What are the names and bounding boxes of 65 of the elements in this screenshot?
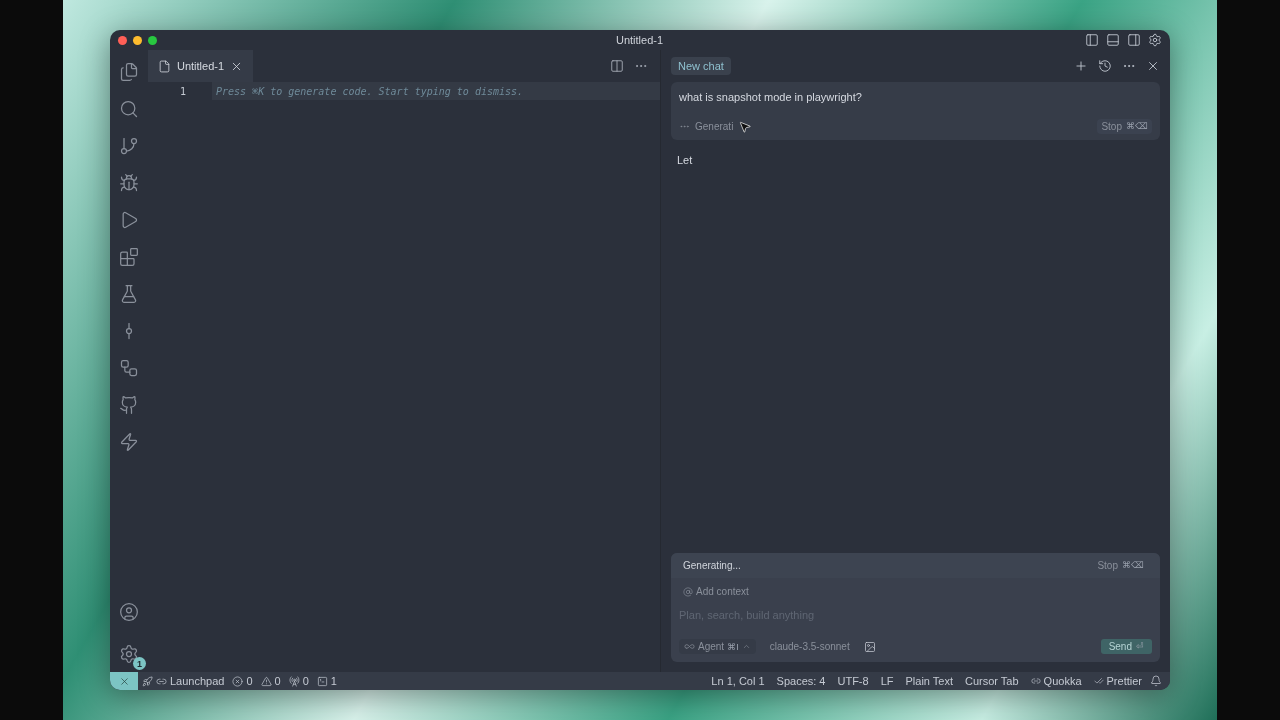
branch-icon[interactable] bbox=[119, 136, 139, 156]
stop-button[interactable]: Stop ⌘⌫ bbox=[1097, 119, 1152, 134]
lightning-icon[interactable] bbox=[119, 432, 139, 452]
send-button[interactable]: Send ⏎ bbox=[1100, 639, 1152, 654]
status-item[interactable]: Spaces: 4 bbox=[772, 675, 830, 687]
warning-icon bbox=[260, 675, 272, 687]
flask-icon[interactable] bbox=[119, 284, 139, 304]
search-icon[interactable] bbox=[119, 99, 139, 119]
error-icon bbox=[232, 675, 244, 687]
status-item[interactable]: 0 bbox=[284, 675, 313, 687]
github-icon[interactable] bbox=[119, 395, 139, 415]
status-item[interactable]: Cursor Tab bbox=[961, 675, 1023, 687]
bell-icon[interactable] bbox=[1150, 675, 1162, 687]
chevron-icon bbox=[741, 642, 751, 651]
settings-icon[interactable] bbox=[119, 644, 139, 664]
bottom-panel-icon[interactable] bbox=[1106, 33, 1120, 47]
status-item[interactable]: Prettier bbox=[1089, 675, 1146, 687]
terminal-icon bbox=[316, 675, 328, 687]
infinity-icon bbox=[684, 641, 695, 652]
status-item[interactable]: Ln 1, Col 1 bbox=[707, 675, 769, 687]
plus-icon[interactable] bbox=[1074, 59, 1088, 73]
antenna-icon bbox=[288, 675, 300, 687]
file-icon bbox=[158, 59, 171, 73]
status-item[interactable]: Quokka bbox=[1026, 675, 1086, 687]
status-item[interactable]: 1 bbox=[312, 675, 341, 687]
right-panel-icon[interactable] bbox=[1127, 33, 1141, 47]
mouse-pointer-icon bbox=[738, 119, 753, 134]
rocket-icon bbox=[142, 675, 153, 687]
account-icon[interactable] bbox=[119, 602, 139, 622]
bug-icon[interactable] bbox=[119, 173, 139, 193]
status-item[interactable]: Launchpad bbox=[138, 675, 229, 687]
double-check-icon bbox=[1093, 676, 1104, 686]
at-icon bbox=[683, 586, 693, 597]
close-button[interactable] bbox=[118, 35, 127, 45]
status-item[interactable]: 0 bbox=[228, 675, 257, 687]
mode-selector[interactable]: Agent ⌘I bbox=[679, 639, 756, 654]
user-message: what is snapshot mode in playwright? bbox=[679, 91, 863, 103]
settings-icon[interactable] bbox=[1148, 33, 1162, 47]
response-text: Let bbox=[677, 154, 693, 166]
editor-tab[interactable]: Untitled-1 bbox=[148, 50, 254, 82]
chat-tab[interactable]: New chat bbox=[671, 57, 731, 75]
history-icon[interactable] bbox=[1098, 59, 1112, 73]
status-item[interactable]: 0 bbox=[256, 675, 285, 687]
minimize-button[interactable] bbox=[133, 35, 142, 45]
stop-button[interactable]: Stop ⌘⌫ bbox=[1093, 558, 1148, 573]
files-icon[interactable] bbox=[119, 62, 139, 82]
generating-status: Generati bbox=[695, 121, 734, 132]
link-icon bbox=[1030, 676, 1041, 686]
image-icon[interactable] bbox=[863, 640, 876, 653]
tab-label: Untitled-1 bbox=[177, 60, 225, 72]
editor-hint: Press ⌘K to generate code. Start typing to dismiss. bbox=[212, 82, 660, 100]
window-title: Untitled-1 bbox=[616, 34, 664, 46]
split-editor-icon[interactable] bbox=[610, 59, 624, 73]
workflow-icon[interactable] bbox=[119, 358, 139, 378]
left-panel-icon[interactable] bbox=[1085, 33, 1099, 47]
status-item[interactable]: UTF-8 bbox=[833, 675, 873, 687]
generating-status: Generating... bbox=[683, 560, 741, 571]
notification-badge: 1 bbox=[133, 657, 146, 670]
close-icon[interactable] bbox=[1146, 59, 1160, 73]
blocks-icon[interactable] bbox=[119, 247, 139, 267]
remote-button[interactable] bbox=[110, 672, 138, 690]
status-item[interactable]: LF bbox=[876, 675, 898, 687]
zoom-button[interactable] bbox=[148, 35, 157, 45]
line-number: 1 bbox=[178, 85, 187, 97]
status-item[interactable]: Plain Text bbox=[901, 675, 957, 687]
